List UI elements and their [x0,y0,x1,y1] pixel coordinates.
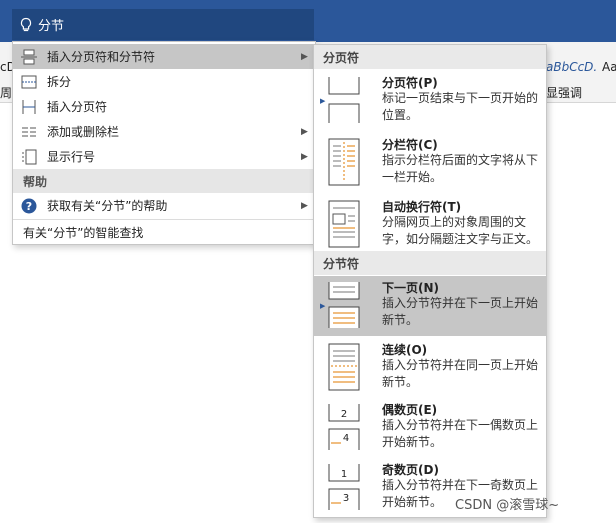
odd-page-thumb-icon: 1 3 [328,464,360,510]
page-number-label: 4 [343,433,349,444]
break-option-even-page[interactable]: 2 4 偶数页(E) 插入分节符并在下一偶数页上开始新节。 [314,398,546,458]
menu-item-insert-break[interactable]: 插入分页符 [13,94,315,119]
menu-item-label: 添加或删除栏 [47,125,120,139]
watermark: CSDN @滚雪球~ [455,498,560,513]
break-option-title: 连续(O) [382,343,428,357]
text-wrap-thumb-icon [328,200,360,248]
menu-item-insert-page-section-break[interactable]: 插入分页符和分节符 ▶ [13,44,315,69]
menu-item-smart-lookup[interactable]: 有关“分节”的智能查找 [13,220,315,245]
search-results-menu: 插入分页符和分节符 ▶ 拆分 插入分页符 添加或删除栏 ▶ 显示行号 ▶ 帮助 … [12,41,316,245]
even-page-thumb-icon: 2 4 [328,404,360,450]
current-marker-icon: ▶ [320,302,326,310]
menu-item-label: 插入分页符和分节符 [47,50,156,64]
break-option-column[interactable]: 分栏符(C) 指示分栏符后面的文字将从下一栏开始。 [314,133,546,193]
break-option-desc: 标记一页结束与下一页开始的位置。 [382,91,539,122]
line-numbers-icon [19,149,39,165]
menu-item-label: 插入分页符 [47,100,108,114]
insert-break-icon [19,99,39,115]
menu-item-split[interactable]: 拆分 [13,69,315,94]
page-number-label: 1 [341,469,347,480]
page-break-thumb-icon [328,77,360,123]
break-option-desc: 指示分栏符后面的文字将从下一栏开始。 [382,153,539,184]
menu-item-columns[interactable]: 添加或删除栏 ▶ [13,119,315,144]
next-page-thumb-icon [328,282,360,328]
breaks-flyout-menu: 分页符 ▶ 分页符(P) 标记一页结束与下一页开始的位置。 分栏符(C) 指示分… [313,44,547,518]
break-option-text-wrapping[interactable]: 自动换行符(T) 分隔网页上的对象周围的文字，如分隔题注文字与正文。 [314,195,546,255]
menu-item-label: 显示行号 [47,150,96,164]
help-section-header: 帮助 [13,169,315,193]
search-text[interactable]: 分节 [38,15,64,34]
page-number-label: 3 [343,493,349,504]
menu-item-label: 获取有关“分节”的帮助 [47,199,168,213]
menu-item-line-numbers[interactable]: 显示行号 ▶ [13,144,315,169]
menu-item-label: 拆分 [47,75,72,89]
break-option-next-page[interactable]: ▶ 下一页(N) 插入分节符并在下一页上开始新节。 [314,276,546,336]
style-gallery-label: 显强调 [546,86,583,100]
page-breaks-header: 分页符 [314,45,546,69]
style-gallery-item[interactable]: Aa [602,60,616,74]
break-option-title: 奇数页(D) [382,463,439,477]
section-breaks-header: 分节符 [314,251,546,275]
page-break-icon [19,49,39,65]
break-option-title: 自动换行符(T) [382,200,462,214]
menu-item-label: 有关“分节”的智能查找 [23,226,144,240]
column-break-thumb-icon [328,138,360,186]
columns-icon [19,124,39,140]
style-gallery-item[interactable]: aBbCcD. [546,60,597,74]
split-icon [19,74,39,90]
break-option-title: 下一页(N) [382,281,440,295]
svg-text:?: ? [26,200,32,213]
ribbon-fragment: 周 [0,86,13,100]
menu-item-get-help[interactable]: ? 获取有关“分节”的帮助 ▶ [13,193,315,218]
current-marker-icon: ▶ [320,97,326,105]
break-option-desc: 插入分节符并在下一偶数页上开始新节。 [382,418,539,449]
break-option-title: 偶数页(E) [382,403,438,417]
break-option-desc: 插入分节符并在下一页上开始新节。 [382,296,539,327]
continuous-thumb-icon [328,343,360,391]
help-icon: ? [19,198,39,214]
break-option-page[interactable]: ▶ 分页符(P) 标记一页结束与下一页开始的位置。 [314,71,546,131]
break-option-title: 分页符(P) [382,76,438,90]
break-option-desc: 分隔网页上的对象周围的文字，如分隔题注文字与正文。 [382,215,539,246]
lightbulb-icon [20,17,32,31]
tell-me-search[interactable]: 分节 [12,9,314,40]
break-option-continuous[interactable]: 连续(O) 插入分节符并在同一页上开始新节。 [314,338,546,398]
page-number-label: 2 [341,409,347,420]
break-option-desc: 插入分节符并在同一页上开始新节。 [382,358,539,389]
break-option-title: 分栏符(C) [382,138,438,152]
